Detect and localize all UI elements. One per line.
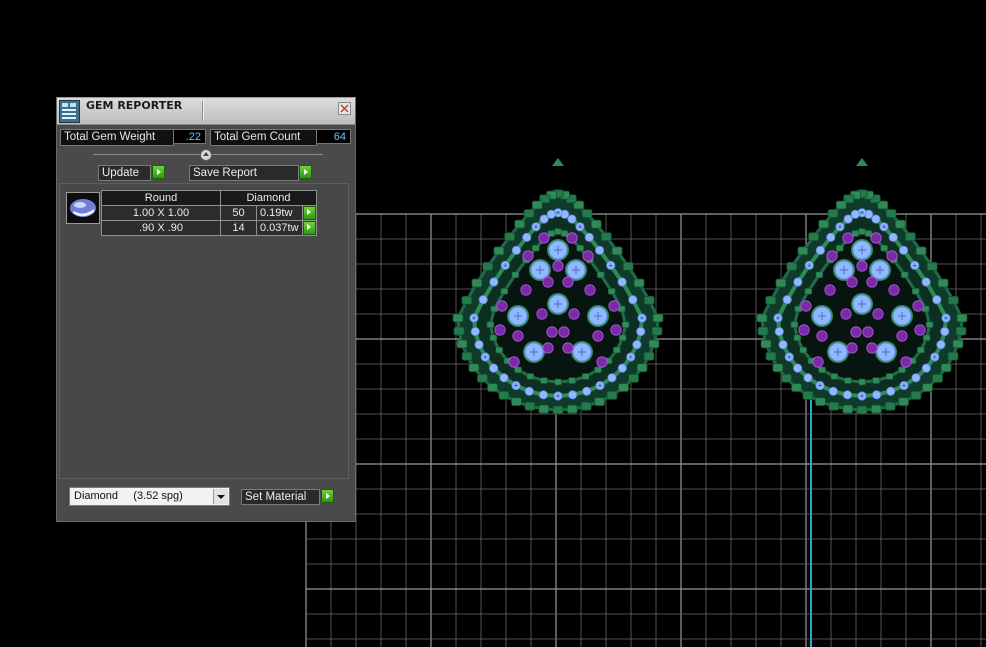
gem-reporter-panel: GEM REPORTER Total Gem Weight .22 Total … <box>56 97 356 522</box>
gem-table: Round Diamond 1.00 X 1.00 50 0.19tw .90 … <box>101 190 318 236</box>
earring-right[interactable] <box>756 158 968 415</box>
update-arrow-icon[interactable] <box>152 165 165 179</box>
table-row[interactable]: .90 X .90 14 0.037tw <box>101 220 318 236</box>
gem-size: 1.00 X 1.00 <box>101 205 221 221</box>
row-select-arrow-icon[interactable] <box>303 206 316 220</box>
title-divider <box>202 101 204 121</box>
title-bar[interactable]: GEM REPORTER <box>57 98 355 125</box>
gem-count: 50 <box>220 205 257 221</box>
close-button[interactable] <box>338 102 351 115</box>
set-material-button-label: Set Material <box>245 491 307 503</box>
gem-count: 14 <box>220 220 257 236</box>
set-material-arrow-icon[interactable] <box>321 489 334 503</box>
total-gem-count-value: 64 <box>316 129 351 144</box>
total-gem-weight-label: Total Gem Weight <box>60 129 174 146</box>
set-material-button[interactable]: Set Material <box>241 489 320 505</box>
save-report-button-label: Save Report <box>193 167 257 179</box>
chevron-down-icon[interactable] <box>213 489 228 504</box>
gem-size: .90 X .90 <box>101 220 221 236</box>
shape-header: Round <box>101 190 221 206</box>
earring-left[interactable] <box>452 158 664 415</box>
row-select-arrow-icon[interactable] <box>303 221 316 235</box>
update-button[interactable]: Update <box>98 165 151 181</box>
total-gem-weight-value: .22 <box>173 129 206 144</box>
table-row[interactable]: 1.00 X 1.00 50 0.19tw <box>101 205 318 221</box>
save-report-arrow-icon[interactable] <box>299 165 312 179</box>
save-report-button[interactable]: Save Report <box>189 165 299 181</box>
table-header-row: Round Diamond <box>101 190 318 206</box>
collapse-toggle-button[interactable] <box>200 149 212 161</box>
update-button-label: Update <box>102 167 140 179</box>
close-icon <box>340 104 349 113</box>
gem-reporter-app-icon <box>59 100 80 123</box>
material-select[interactable]: Diamond (3.52 spg) <box>69 487 230 506</box>
gem-weight: 0.037tw <box>256 220 303 236</box>
window-title: GEM REPORTER <box>86 99 183 112</box>
gem-weight: 0.19tw <box>256 205 303 221</box>
total-gem-count-label: Total Gem Count <box>210 129 317 146</box>
oval-gem-icon[interactable] <box>66 192 100 224</box>
material-header: Diamond <box>219 190 318 206</box>
material-select-value: Diamond (3.52 spg) <box>74 490 183 502</box>
